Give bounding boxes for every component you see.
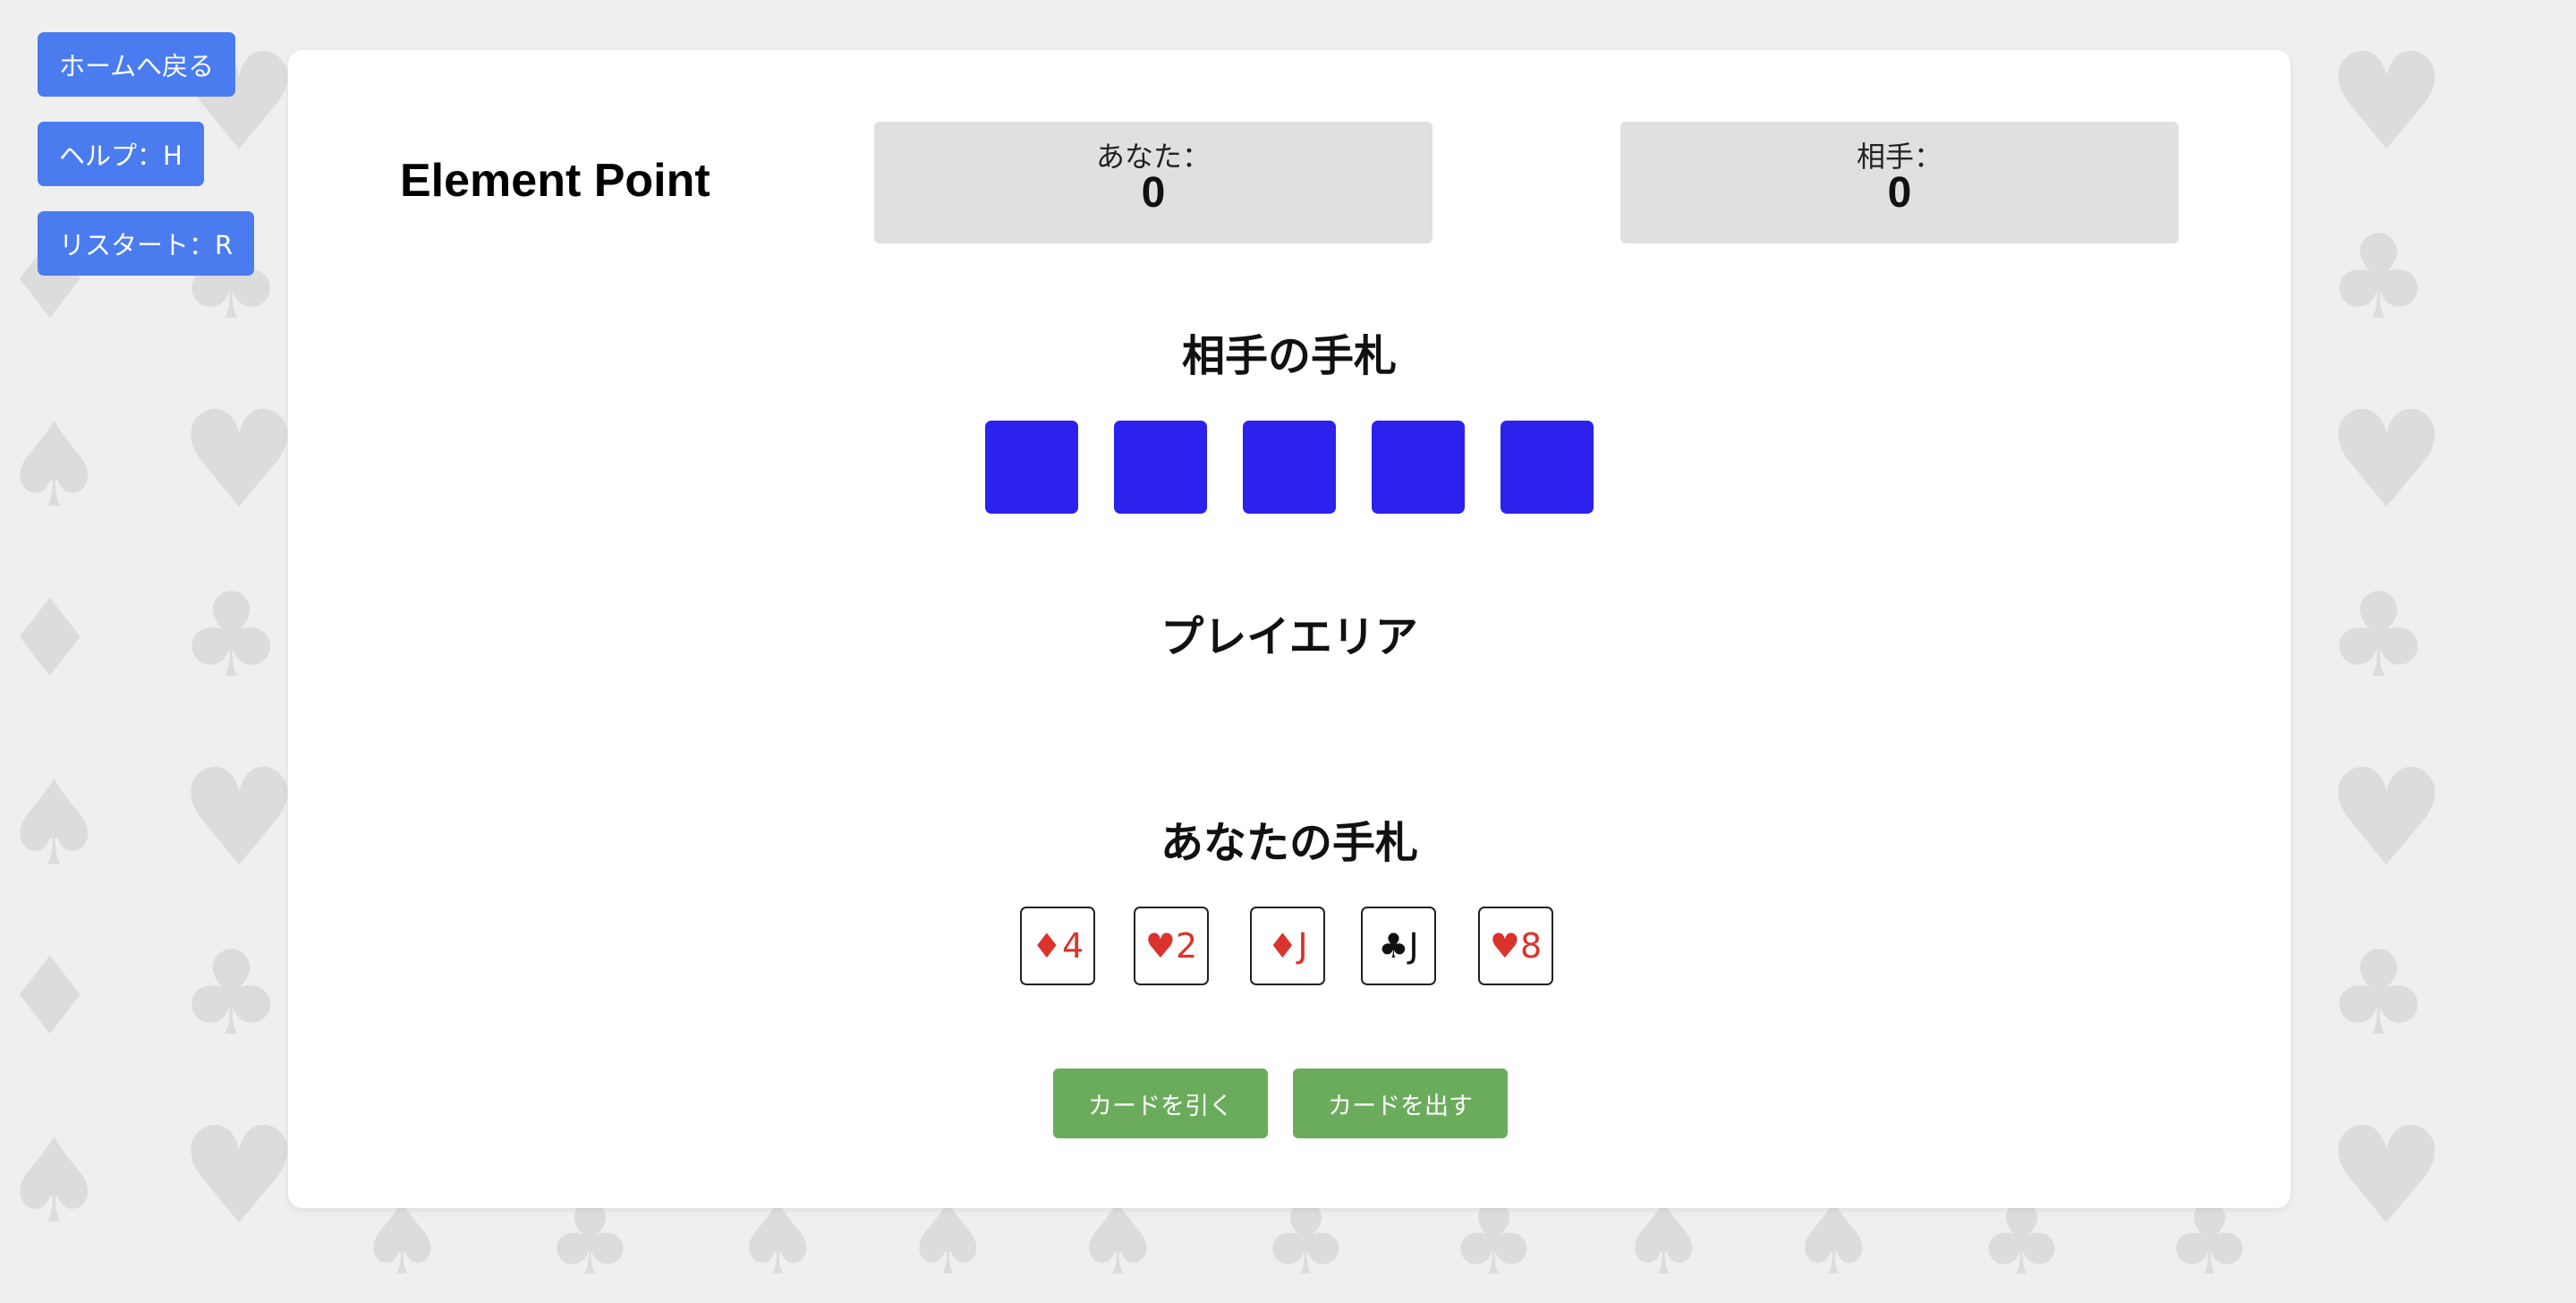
home-button[interactable]: ホームへ戻る <box>38 32 236 97</box>
draw-card-button[interactable]: カードを引く <box>1053 1069 1268 1138</box>
spade-icon: ♠ <box>2 397 106 533</box>
opponent-card-back <box>1372 421 1465 514</box>
player-card[interactable]: ♥ 8 <box>1478 907 1553 985</box>
heart-icon: ♥ <box>2326 741 2447 897</box>
card-suit: ♦ <box>1031 926 1062 966</box>
opponent-card-back <box>1243 421 1336 514</box>
player-card[interactable]: ♦ J <box>1250 907 1325 985</box>
game-title: Element Point <box>400 155 710 207</box>
club-icon: ♣ <box>2326 567 2431 703</box>
club-icon: ♣ <box>2326 209 2431 345</box>
heart-icon: ♥ <box>179 383 300 539</box>
heart-icon: ♥ <box>2326 25 2447 181</box>
card-suit: ♦ <box>1267 926 1298 966</box>
card-rank: 4 <box>1061 926 1084 966</box>
help-button[interactable]: ヘルプ：H <box>38 122 204 186</box>
spade-icon: ♠ <box>2 755 106 891</box>
card-rank: 8 <box>1519 926 1543 966</box>
card-rank: J <box>1297 926 1308 966</box>
opponent-card-back <box>1501 421 1594 514</box>
heart-icon: ♥ <box>179 1099 300 1255</box>
player-hand-title: あなたの手札 <box>1160 818 1418 868</box>
opponent-hand-title: 相手の手札 <box>1181 331 1397 381</box>
game-panel: Element Point あなた： 0 相手： 0 相手の手札 プレイエリア … <box>288 50 2291 1208</box>
player-card[interactable]: ♦ 4 <box>1020 907 1095 985</box>
player-card[interactable]: ♣ J <box>1361 907 1436 985</box>
play-area-title: プレイエリア <box>1160 612 1418 662</box>
opponent-card-back <box>985 421 1078 514</box>
player-score-box: あなた： 0 <box>874 122 1433 243</box>
player-card[interactable]: ♥ 2 <box>1134 907 1209 985</box>
club-icon: ♣ <box>179 925 284 1061</box>
card-rank: 2 <box>1175 926 1198 966</box>
opponent-score-box: 相手： 0 <box>1620 122 2179 243</box>
heart-icon: ♥ <box>2326 1099 2447 1255</box>
heart-icon: ♥ <box>2326 383 2447 539</box>
heart-icon: ♥ <box>179 741 300 897</box>
card-suit: ♣ <box>1378 926 1409 966</box>
card-rank: J <box>1408 926 1419 966</box>
club-icon: ♣ <box>179 567 284 703</box>
card-suit: ♥ <box>1489 926 1520 966</box>
opponent-score-value: 0 <box>1887 169 1912 217</box>
club-icon: ♣ <box>2326 925 2431 1061</box>
opponent-card-back <box>1114 421 1207 514</box>
spade-icon: ♠ <box>2 1113 106 1249</box>
play-card-button[interactable]: カードを出す <box>1293 1069 1508 1138</box>
play-area[interactable] <box>735 677 1843 820</box>
restart-button[interactable]: リスタート：R <box>38 211 255 276</box>
diamond-icon: ♦ <box>2 577 98 702</box>
card-suit: ♥ <box>1144 926 1176 966</box>
player-score-value: 0 <box>1141 169 1166 217</box>
diamond-icon: ♦ <box>2 935 98 1060</box>
